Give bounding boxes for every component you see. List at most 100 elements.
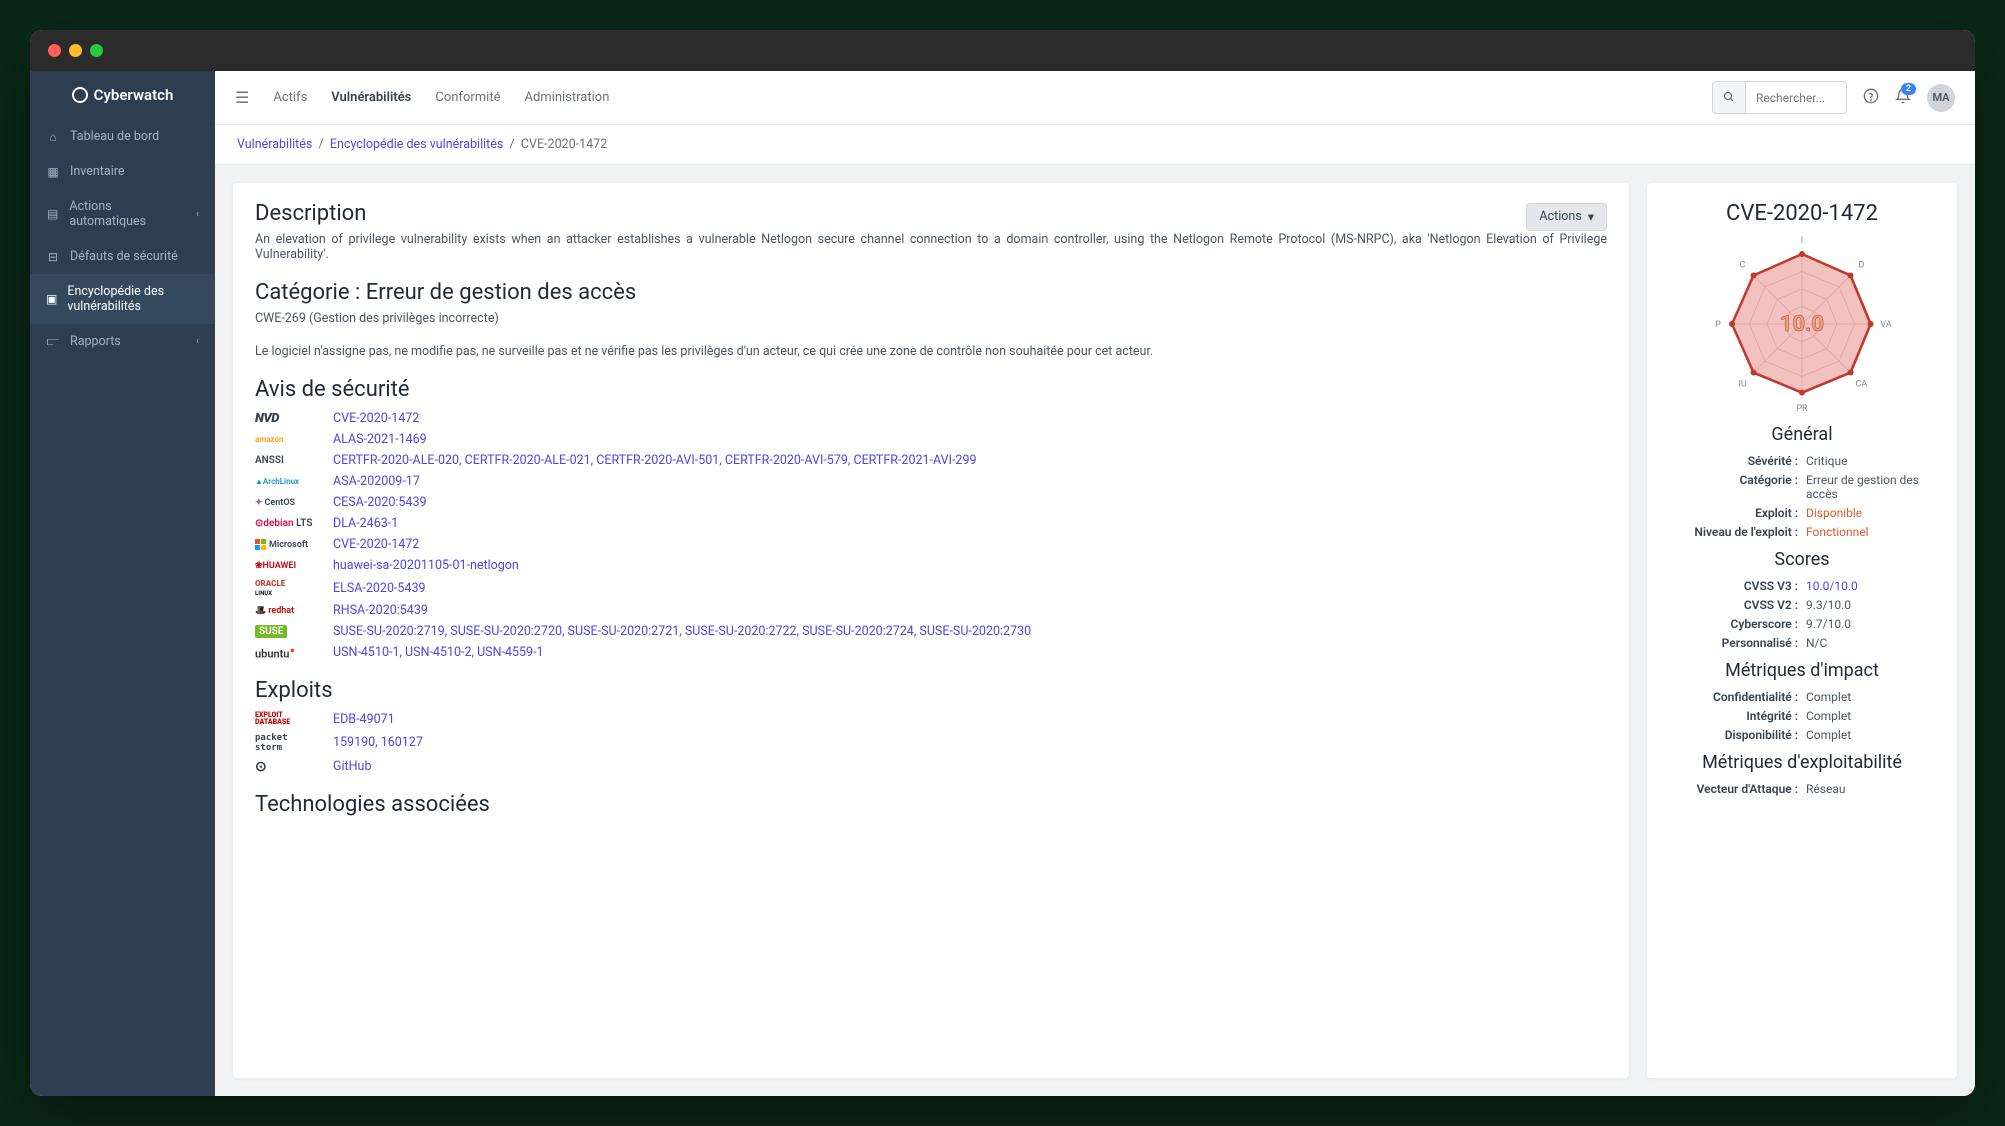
breadcrumb: Vulnérabilités / Encyclopédie des vulnér… xyxy=(215,125,1975,165)
sidebar-item-label: Rapports xyxy=(70,334,121,349)
info-label: Cyberscore : xyxy=(1669,617,1798,631)
info-label: Niveau de l'exploit : xyxy=(1669,525,1798,539)
nav-link-vulnerabilities[interactable]: Vulnérabilités xyxy=(331,90,411,105)
search-input[interactable] xyxy=(1746,85,1846,111)
maximize-window-button[interactable] xyxy=(90,44,103,57)
svg-text:VA: VA xyxy=(1880,320,1891,330)
exploit-links[interactable]: GitHub xyxy=(333,759,371,774)
advisory-links[interactable]: RHSA-2020:5439 xyxy=(333,603,428,618)
breadcrumb-link[interactable]: Encyclopédie des vulnérabilités xyxy=(330,137,503,152)
advisory-links[interactable]: SUSE-SU-2020:2719, SUSE-SU-2020:2720, SU… xyxy=(333,624,1031,639)
svg-text:CA: CA xyxy=(1856,379,1868,389)
advisory-row: ▲ArchLinuxASA-202009-17 xyxy=(255,471,1607,492)
breadcrumb-link[interactable]: Vulnérabilités xyxy=(237,137,312,152)
category-heading: Catégorie : Erreur de gestion des accès xyxy=(255,280,1607,305)
info-row: Confidentialité :Complet xyxy=(1669,687,1935,706)
sidebar-item-reports[interactable]: ⫍ Rapports ‹ xyxy=(30,324,215,359)
advisory-source-logo: ANSSI xyxy=(255,455,317,466)
topnav-right: 2 MA xyxy=(1712,81,1955,114)
advisory-row: redhat RHSA-2020:5439 xyxy=(255,600,1607,621)
section-heading: Général xyxy=(1669,424,1935,445)
svg-text:IU: IU xyxy=(1738,379,1746,389)
svg-text:10.0: 10.0 xyxy=(1780,312,1824,337)
info-value: Fonctionnel xyxy=(1806,525,1935,539)
advisory-source-logo: ORACLELINUX xyxy=(255,579,317,597)
advisory-links[interactable]: CESA-2020:5439 xyxy=(333,495,427,510)
info-row: Catégorie :Erreur de gestion des accès xyxy=(1669,470,1935,503)
book-icon: ▣ xyxy=(46,292,57,306)
brand-icon xyxy=(72,87,88,103)
category-detail: Le logiciel n'assigne pas, ne modifie pa… xyxy=(255,344,1607,359)
info-row: CVSS V3 :10.0/10.0 xyxy=(1669,576,1935,595)
window-titlebar xyxy=(30,30,1975,71)
info-value: Réseau xyxy=(1806,782,1935,796)
advisory-source-logo: ❀HUAWEI xyxy=(255,561,317,571)
info-row: Niveau de l'exploit : Fonctionnel xyxy=(1669,522,1935,541)
shield-icon: ⊟ xyxy=(46,250,60,264)
sidebar-item-label: Tableau de bord xyxy=(70,129,159,144)
advisory-links[interactable]: DLA-2463-1 xyxy=(333,516,398,531)
sidebar-item-dashboard[interactable]: ⌂ Tableau de bord xyxy=(30,119,215,154)
sidebar: Cyberwatch ⌂ Tableau de bord ▦ Inventair… xyxy=(30,71,215,1096)
info-label: Exploit : xyxy=(1669,506,1798,520)
exploit-list: EXPLOITDATABASEEDB-49071 packet storm 1591… xyxy=(255,709,1607,778)
info-row: Vecteur d'Attaque : Réseau xyxy=(1669,779,1935,798)
advisory-links[interactable]: huawei-sa-20201105-01-netlogon xyxy=(333,558,519,573)
advisory-links[interactable]: CVE-2020-1472 xyxy=(333,411,419,426)
app-body: Cyberwatch ⌂ Tableau de bord ▦ Inventair… xyxy=(30,71,1975,1096)
advisory-source-logo: amazon xyxy=(255,435,317,444)
chart-icon: ⫍ xyxy=(46,335,60,349)
nav-link-assets[interactable]: Actifs xyxy=(273,90,307,105)
search-icon[interactable] xyxy=(1713,82,1746,113)
exploit-source-logo: packet storm xyxy=(255,733,317,753)
details-panel: CVE-2020-1472 IDVACAPRIUPC10.0 GénéralSé… xyxy=(1647,183,1957,1078)
sidebar-item-security-defaults[interactable]: ⊟ Défauts de sécurité xyxy=(30,239,215,274)
advisory-source-logo: ⊙debian LTS xyxy=(255,518,317,529)
advisory-links[interactable]: USN-4510-1, USN-4510-2, USN-4559-1 xyxy=(333,645,544,660)
advisory-links[interactable]: CERTFR-2020-ALE-020, CERTFR-2020-ALE-021… xyxy=(333,453,977,468)
advisory-source-logo: SUSE xyxy=(255,625,317,638)
exploit-links[interactable]: 159190, 160127 xyxy=(333,735,423,750)
info-label: Disponibilité : xyxy=(1669,728,1798,742)
advisory-links[interactable]: ALAS-2021-1469 xyxy=(333,432,427,447)
help-icon[interactable] xyxy=(1863,88,1879,108)
close-window-button[interactable] xyxy=(48,44,61,57)
advisory-row: ubuntu● USN-4510-1, USN-4510-2, USN-4559-… xyxy=(255,642,1607,664)
info-row: Exploit : Disponible xyxy=(1669,503,1935,522)
info-row: Cyberscore : 9.7/10.0 xyxy=(1669,614,1935,633)
actions-label: Actions xyxy=(1539,209,1581,224)
info-value: 9.7/10.0 xyxy=(1806,617,1935,631)
avatar[interactable]: MA xyxy=(1927,84,1955,112)
info-value: Disponible xyxy=(1806,506,1935,520)
sidebar-item-inventory[interactable]: ▦ Inventaire xyxy=(30,154,215,189)
brand-logo[interactable]: Cyberwatch xyxy=(30,71,215,119)
info-label: CVSS V2 : xyxy=(1669,598,1798,612)
exploit-row: packet storm 159190, 160127 xyxy=(255,730,1607,756)
nav-link-compliance[interactable]: Conformité xyxy=(435,90,500,105)
minimize-window-button[interactable] xyxy=(69,44,82,57)
hamburger-icon[interactable]: ☰ xyxy=(235,88,249,107)
svg-text:P: P xyxy=(1715,320,1721,330)
exploit-links[interactable]: EDB-49071 xyxy=(333,712,395,727)
notifications-icon[interactable]: 2 xyxy=(1895,88,1911,108)
sidebar-item-vuln-encyclopedia[interactable]: ▣ Encyclopédie des vulnérabilités xyxy=(30,274,215,324)
nav-link-admin[interactable]: Administration xyxy=(524,90,609,105)
advisory-source-logo: NVD xyxy=(255,411,317,426)
cwe-label: CWE-269 (Gestion des privilèges incorrec… xyxy=(255,311,1607,326)
info-label: Vecteur d'Attaque : xyxy=(1669,782,1798,796)
advisory-links[interactable]: ASA-202009-17 xyxy=(333,474,420,489)
svg-text:C: C xyxy=(1740,261,1746,271)
actions-button[interactable]: Actions ▾ xyxy=(1526,203,1607,231)
advisory-source-logo: redhat xyxy=(255,606,317,616)
info-value: Complet xyxy=(1806,728,1935,742)
exploit-row: EXPLOITDATABASEEDB-49071 xyxy=(255,709,1607,730)
section-heading: Métriques d'exploitabilité xyxy=(1669,752,1935,773)
advisory-row: NVD CVE-2020-1472 xyxy=(255,408,1607,429)
sidebar-item-auto-actions[interactable]: ▤ Actions automatiques ‹ xyxy=(30,189,215,239)
svg-text:D: D xyxy=(1858,261,1864,271)
advisory-links[interactable]: ELSA-2020-5439 xyxy=(333,581,426,596)
info-value: Erreur de gestion des accès xyxy=(1806,473,1935,501)
advisory-source-logo: ubuntu● xyxy=(255,645,317,661)
svg-text:PR: PR xyxy=(1796,404,1808,414)
advisory-links[interactable]: CVE-2020-1472 xyxy=(333,537,419,552)
